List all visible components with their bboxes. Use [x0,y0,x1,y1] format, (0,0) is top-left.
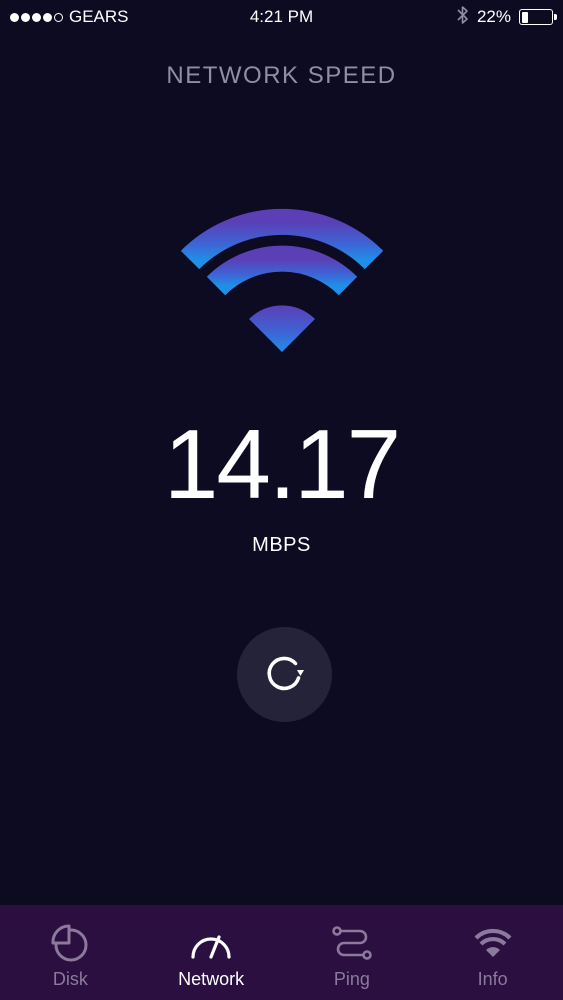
refresh-icon [262,649,308,700]
speed-unit: MBPS [252,534,311,556]
signal-dot [43,12,52,22]
tab-network[interactable]: Network [141,905,281,1000]
tab-label: Info [477,969,508,989]
tab-label: Network [178,969,245,989]
signal-dot [10,12,19,22]
tab-disk[interactable]: Disk [0,905,140,1000]
wifi-icon [180,200,384,357]
carrier-name: GEARS [69,7,129,26]
signal-dot [32,12,41,22]
wifi-icon [473,923,513,963]
signal-strength-icon [10,12,63,22]
status-bar: GEARS 4:21 PM 22% [0,0,563,34]
tab-label: Disk [52,969,88,989]
battery-fill [521,11,528,23]
pie-chart-icon [50,923,90,963]
signal-dot [21,12,30,22]
bluetooth-icon [457,5,469,30]
refresh-button[interactable] [237,627,332,722]
tab-ping[interactable]: Ping [282,905,422,1000]
speedometer-icon [189,923,233,963]
tab-bar: Disk Network Ping Info [0,905,563,1000]
status-right: 22% [457,5,557,30]
tab-label: Ping [333,969,370,989]
page-title: NETWORK SPEED [166,62,397,89]
battery-icon [519,9,557,25]
tab-info[interactable]: Info [423,905,563,1000]
speed-value: 14.17 [163,409,401,519]
status-left: GEARS [10,7,129,27]
ping-route-icon [330,923,374,963]
battery-percent: 22% [476,7,511,26]
signal-dot [54,12,63,22]
